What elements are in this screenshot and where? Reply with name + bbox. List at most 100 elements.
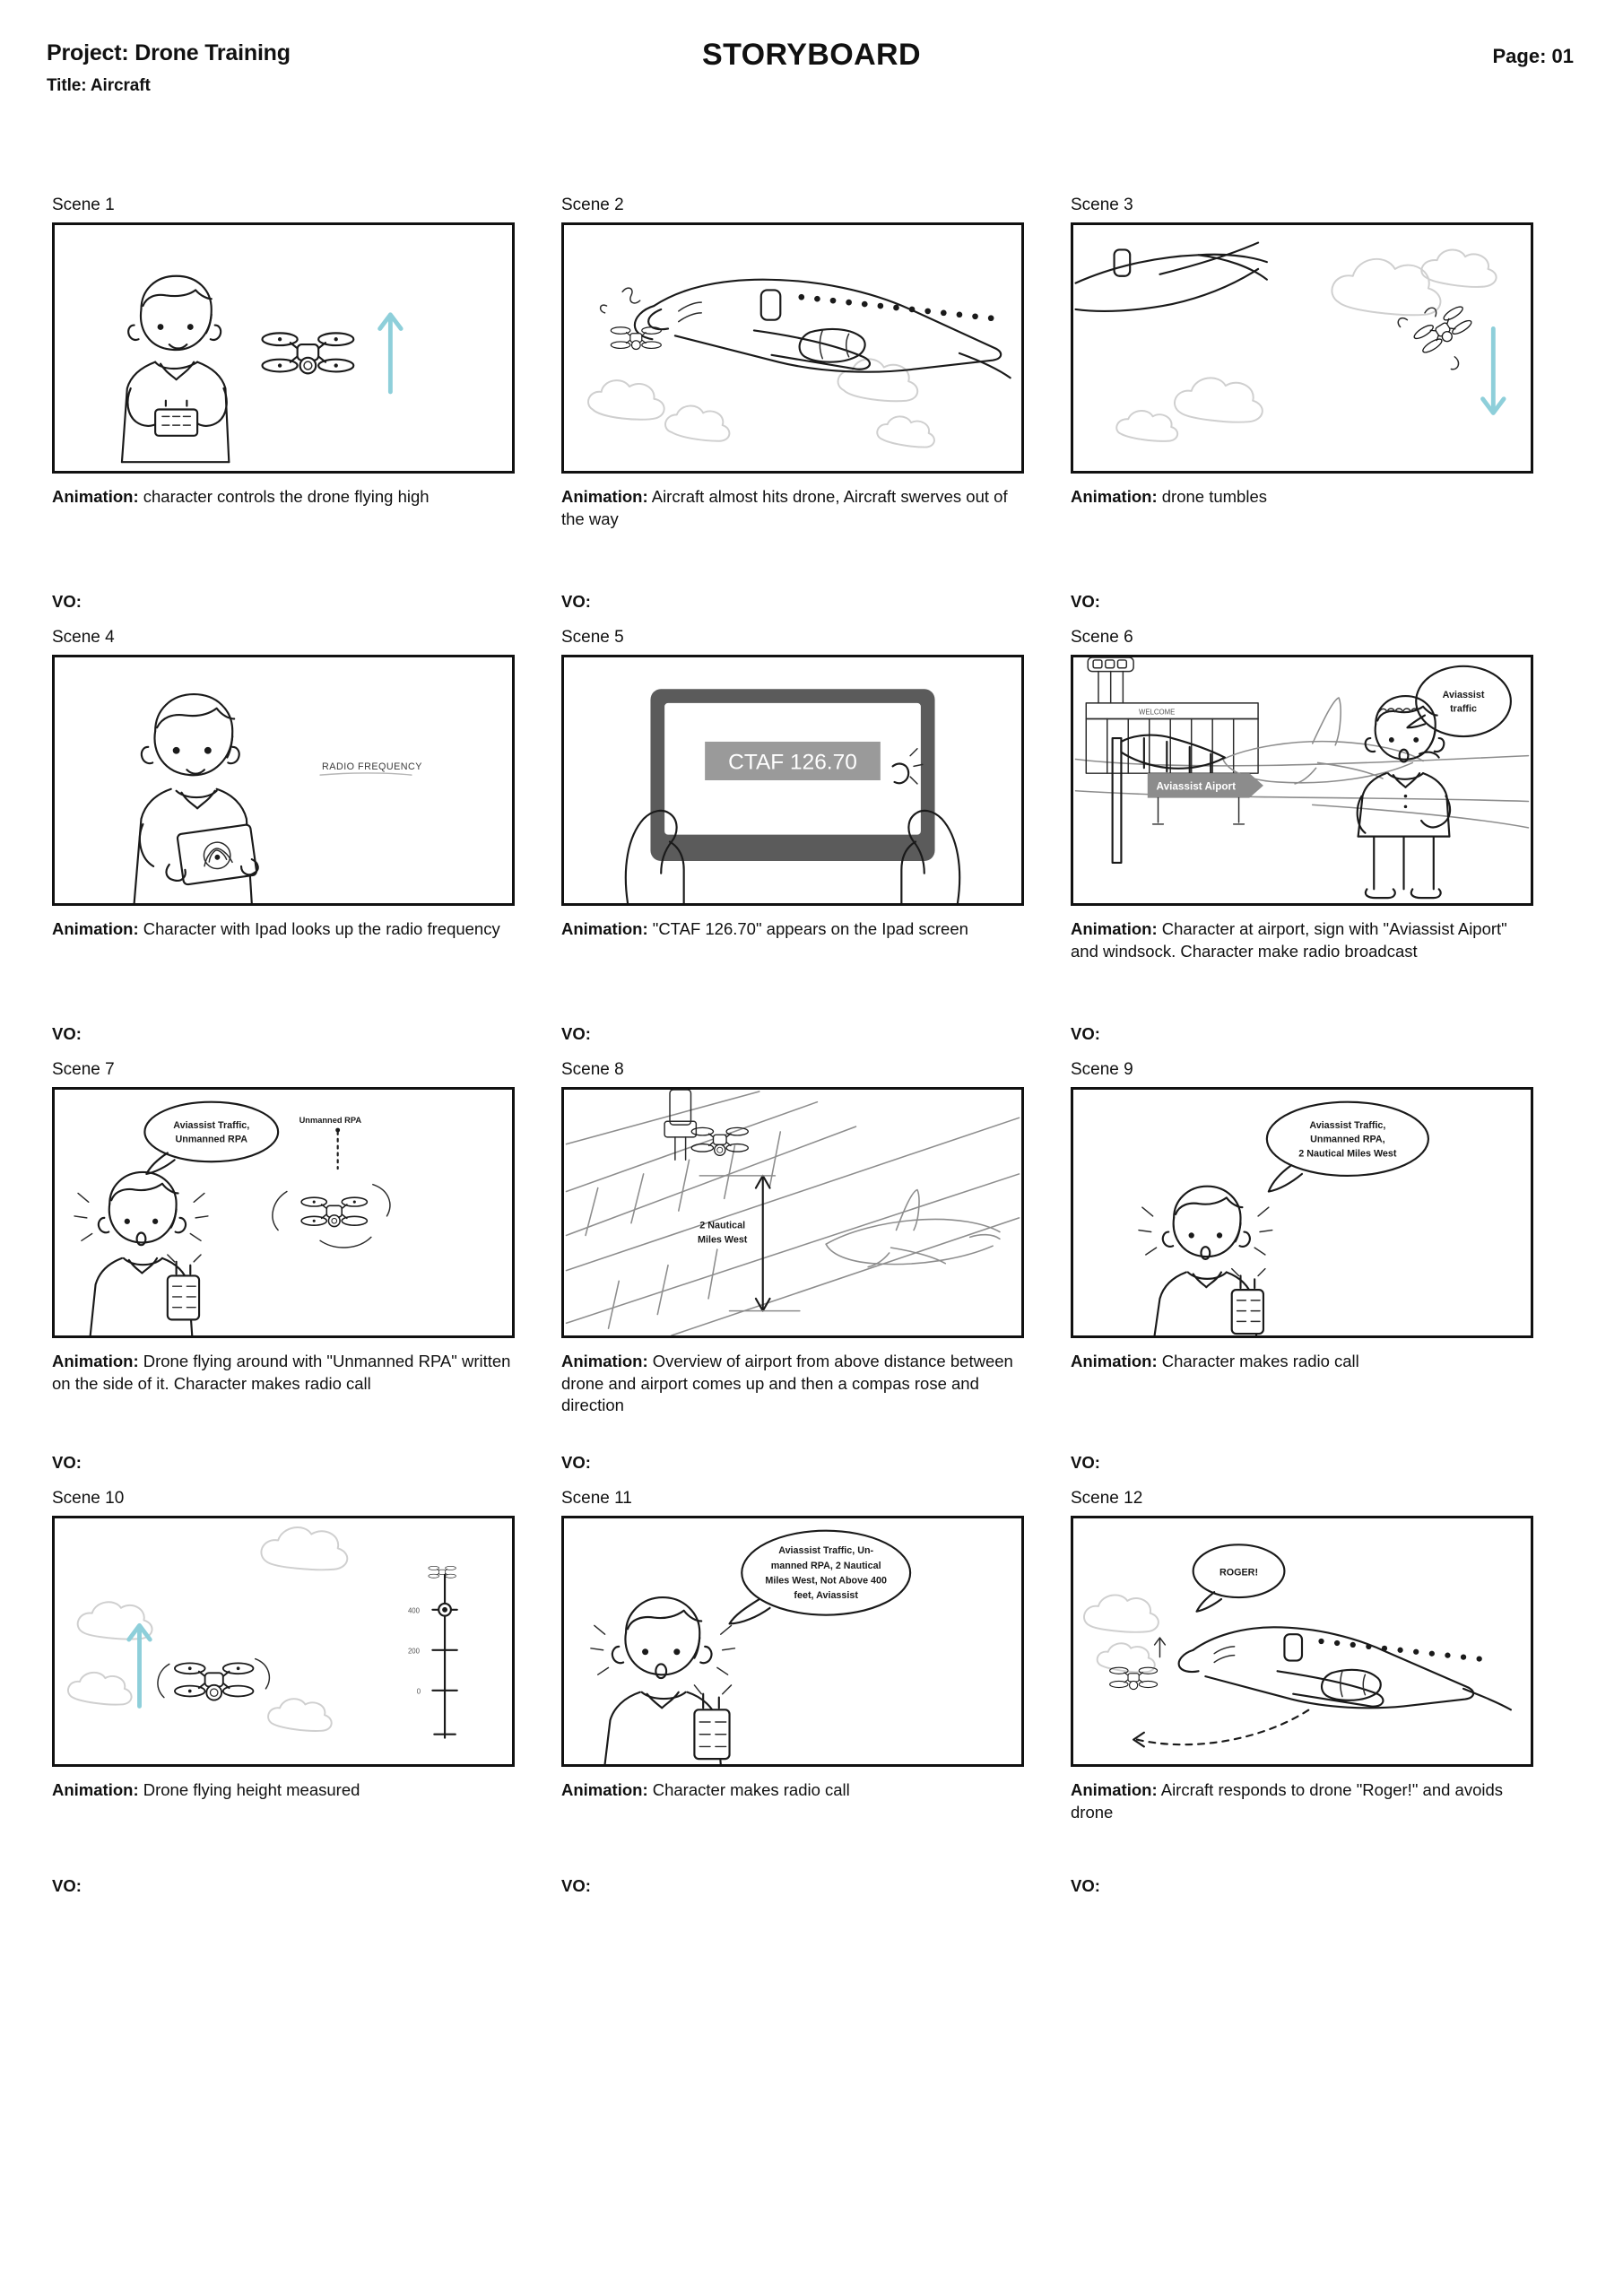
- storyboard-title: Title: Aircraft: [47, 75, 151, 95]
- caption-block-7: Animation: Drone flying around with "Unm…: [52, 1351, 515, 1440]
- caption-block-11: Animation: Character makes radio call: [561, 1779, 1024, 1830]
- animation-text: character controls the drone flying high: [138, 487, 430, 506]
- storyboard-row: Scene 4 RADIO FREQUENCY Animation: Chara…: [52, 628, 1576, 1044]
- scene-cell-6: Scene 6 WELCOME Aviassist Aiport Aviassi…: [1071, 628, 1533, 1044]
- scene-panel-11[interactable]: Aviassist Traffic, Un- manned RPA, 2 Nau…: [561, 1516, 1024, 1767]
- scene-10-tick-400: 400: [408, 1607, 421, 1615]
- animation-label: Animation:: [52, 1780, 139, 1799]
- animation-caption-5: Animation: "CTAF 126.70" appears on the …: [561, 918, 1024, 941]
- scene-8-illustration: 2 Nautical Miles West: [565, 1090, 1020, 1335]
- scene-7-illustration: Aviassist Traffic, Unmanned RPA Unmanned…: [74, 1100, 391, 1335]
- scene-panel-5[interactable]: CTAF 126.70: [561, 655, 1024, 906]
- scene-10-illustration: 400 200 0: [66, 1526, 458, 1739]
- scene-label-4: Scene 4: [52, 628, 115, 647]
- vo-label-11: VO:: [561, 1876, 591, 1895]
- vo-label-8: VO:: [561, 1453, 591, 1472]
- scene-10-tick-200: 200: [408, 1648, 421, 1656]
- scene-cell-7: Scene 7 Aviassist Traffic, Unmanned RPA …: [52, 1060, 515, 1473]
- caption-block-10: Animation: Drone flying height measured: [52, 1779, 515, 1830]
- animation-caption-1: Animation: character controls the drone …: [52, 486, 515, 509]
- animation-caption-4: Animation: Character with Ipad looks up …: [52, 918, 515, 941]
- animation-text: Character makes radio call: [647, 1780, 850, 1799]
- scene-6-bubble-line1: Aviassist: [1443, 690, 1485, 700]
- vo-wrap-9: VO:: [1071, 1453, 1533, 1473]
- scene-panel-8[interactable]: 2 Nautical Miles West: [561, 1087, 1024, 1338]
- scene-panel-9[interactable]: Aviassist Traffic, Unmanned RPA, 2 Nauti…: [1071, 1087, 1533, 1338]
- scene-12-roger-text: ROGER!: [1219, 1568, 1258, 1578]
- scene-label-3: Scene 3: [1071, 196, 1133, 214]
- animation-label: Animation:: [1071, 919, 1158, 938]
- scene-label-10: Scene 10: [52, 1489, 125, 1508]
- scene-label-11: Scene 11: [561, 1489, 632, 1508]
- scene-9-bubble-line1: Aviassist Traffic,: [1309, 1120, 1385, 1131]
- animation-text: drone tumbles: [1157, 487, 1267, 506]
- vo-label-9: VO:: [1071, 1453, 1100, 1472]
- scene-1-illustration: [120, 274, 404, 464]
- animation-caption-10: Animation: Drone flying height measured: [52, 1779, 515, 1802]
- vo-wrap-11: VO:: [561, 1876, 1024, 1896]
- scene-cell-3: Scene 3 Animation: drone tumbles VO:: [1071, 196, 1533, 612]
- scene-cell-2: Scene 2 Animation: Aircraft almost hits …: [561, 196, 1024, 612]
- animation-caption-6: Animation: Character at airport, sign wi…: [1071, 918, 1533, 962]
- caption-block-12: Animation: Aircraft responds to drone "R…: [1071, 1779, 1533, 1830]
- scene-panel-4[interactable]: RADIO FREQUENCY: [52, 655, 515, 906]
- caption-block-1: Animation: character controls the drone …: [52, 486, 515, 556]
- vo-wrap-10: VO:: [52, 1876, 515, 1896]
- page-number: Page: 01: [1492, 45, 1575, 67]
- scene-7-bubble-line2: Unmanned RPA: [176, 1135, 248, 1145]
- animation-label: Animation:: [561, 1780, 648, 1799]
- animation-label: Animation:: [1071, 1352, 1158, 1370]
- vo-label-2: VO:: [561, 592, 591, 611]
- scene-panel-2[interactable]: [561, 222, 1024, 474]
- animation-label: Animation:: [1071, 487, 1158, 506]
- scene-label-6: Scene 6: [1071, 628, 1133, 647]
- animation-text: Drone flying height measured: [138, 1780, 360, 1799]
- scene-9-bubble-line3: 2 Nautical Miles West: [1298, 1148, 1397, 1159]
- caption-block-6: Animation: Character at airport, sign wi…: [1071, 918, 1533, 988]
- scene-cell-10: Scene 10 400 200 0 Animation: Drone flyi…: [52, 1489, 515, 1896]
- scene-cell-5: Scene 5 CTAF 126.70 Animation: "CTAF 126…: [561, 628, 1024, 1044]
- vo-wrap-7: VO:: [52, 1453, 515, 1473]
- animation-label: Animation:: [52, 919, 139, 938]
- scene-12-illustration: ROGER!: [1083, 1544, 1512, 1748]
- animation-label: Animation:: [561, 487, 648, 506]
- scene-panel-10[interactable]: 400 200 0: [52, 1516, 515, 1767]
- animation-caption-2: Animation: Aircraft almost hits drone, A…: [561, 486, 1024, 530]
- animation-label: Animation:: [1071, 1780, 1158, 1799]
- storyboard-row: Scene 10 400 200 0 Animation: Drone flyi…: [52, 1489, 1576, 1896]
- scene-8-label-line1: 2 Nautical: [699, 1221, 745, 1231]
- scene-3-illustration: [1074, 241, 1506, 442]
- scene-cell-8: Scene 8 2 Nautical Miles West Animation:…: [561, 1060, 1024, 1473]
- animation-caption-8: Animation: Overview of airport from abov…: [561, 1351, 1024, 1417]
- vo-label-12: VO:: [1071, 1876, 1100, 1895]
- storyboard-row: Scene 1 Animation: character controls th…: [52, 196, 1576, 612]
- vo-label-4: VO:: [52, 1024, 82, 1043]
- scene-5-screen-text: CTAF 126.70: [728, 750, 857, 774]
- scene-panel-3[interactable]: [1071, 222, 1533, 474]
- scene-9-illustration: Aviassist Traffic, Unmanned RPA, 2 Nauti…: [1138, 1100, 1429, 1335]
- vo-label-3: VO:: [1071, 592, 1100, 611]
- scene-cell-9: Scene 9 Aviassist Traffic, Unmanned RPA,…: [1071, 1060, 1533, 1473]
- animation-caption-11: Animation: Character makes radio call: [561, 1779, 1024, 1802]
- animation-caption-3: Animation: drone tumbles: [1071, 486, 1533, 509]
- animation-text: Character with Ipad looks up the radio f…: [138, 919, 500, 938]
- page-header: Project: Drone Training Title: Aircraft …: [0, 0, 1623, 108]
- storyboard-row: Scene 7 Aviassist Traffic, Unmanned RPA …: [52, 1060, 1576, 1473]
- scene-11-bubble-line3: Miles West, Not Above 400: [765, 1575, 887, 1586]
- scene-label-2: Scene 2: [561, 196, 624, 214]
- animation-caption-12: Animation: Aircraft responds to drone "R…: [1071, 1779, 1533, 1823]
- scene-label-5: Scene 5: [561, 628, 624, 647]
- scene-5-illustration: CTAF 126.70: [624, 689, 961, 903]
- scene-9-bubble-line2: Unmanned RPA,: [1310, 1135, 1384, 1145]
- scene-panel-6[interactable]: WELCOME Aviassist Aiport Aviassist traff…: [1071, 655, 1533, 906]
- scene-panel-1[interactable]: [52, 222, 515, 474]
- scene-label-7: Scene 7: [52, 1060, 115, 1079]
- animation-label: Animation:: [561, 919, 648, 938]
- scene-cell-12: Scene 12 ROGER! Animation: Aircraft resp…: [1071, 1489, 1533, 1896]
- vo-wrap-4: VO:: [52, 1024, 515, 1044]
- vo-label-1: VO:: [52, 592, 82, 611]
- vo-wrap-1: VO:: [52, 592, 515, 612]
- scene-panel-7[interactable]: Aviassist Traffic, Unmanned RPA Unmanned…: [52, 1087, 515, 1338]
- scene-panel-12[interactable]: ROGER!: [1071, 1516, 1533, 1767]
- animation-label: Animation:: [52, 487, 139, 506]
